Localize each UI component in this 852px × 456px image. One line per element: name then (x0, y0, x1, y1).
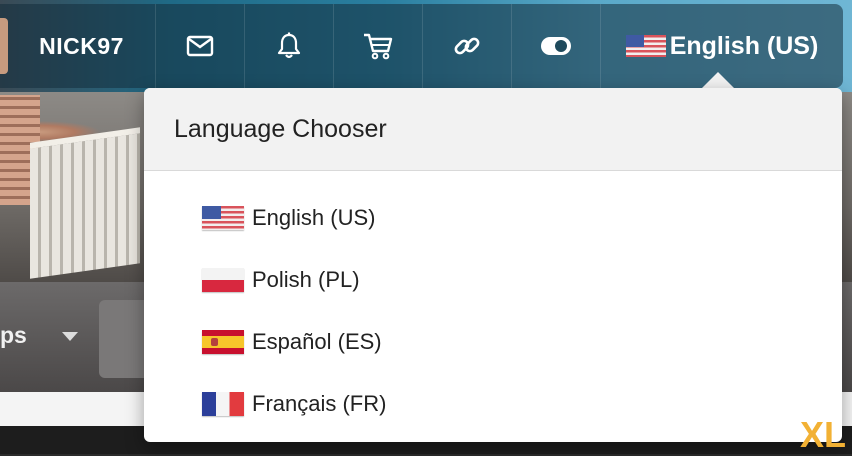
theme-toggle-button[interactable] (512, 4, 601, 88)
language-list: English (US) Polish (PL) Español (ES) Fr… (144, 171, 842, 435)
dropdown-arrow (702, 72, 734, 88)
fr-flag-icon (202, 392, 244, 416)
building-image (30, 127, 140, 279)
username-link[interactable]: NICK97 (8, 4, 156, 88)
watermark-logo: XL (800, 414, 847, 455)
notifications-button[interactable] (245, 4, 334, 88)
language-option-fr[interactable]: Français (FR) (144, 373, 842, 435)
mail-icon (186, 35, 214, 57)
toggle-icon (541, 37, 571, 55)
us-flag-icon (625, 35, 666, 57)
links-button[interactable] (423, 4, 512, 88)
messages-button[interactable] (156, 4, 245, 88)
language-option-en-us[interactable]: English (US) (144, 187, 842, 249)
language-option-es[interactable]: Español (ES) (144, 311, 842, 373)
language-option-label: English (US) (252, 205, 376, 230)
language-option-label: Français (FR) (252, 391, 387, 416)
dropdown-title: Language Chooser (144, 88, 842, 171)
language-option-label: Español (ES) (252, 329, 382, 354)
language-selector-label: English (US) (669, 31, 819, 60)
bell-icon (277, 32, 301, 59)
link-icon (454, 37, 480, 55)
es-flag-icon (202, 330, 244, 354)
us-flag-icon (202, 206, 244, 230)
avatar[interactable] (0, 18, 8, 74)
chevron-down-icon[interactable] (62, 332, 78, 341)
secondary-nav-item[interactable]: ps (0, 322, 27, 349)
pl-flag-icon (202, 268, 244, 292)
language-option-label: Polish (PL) (252, 267, 360, 292)
language-chooser-dropdown: Language Chooser English (US) Polish (PL… (144, 88, 842, 442)
cart-icon (364, 33, 393, 60)
language-option-pl[interactable]: Polish (PL) (144, 249, 842, 311)
cart-button[interactable] (334, 4, 423, 88)
